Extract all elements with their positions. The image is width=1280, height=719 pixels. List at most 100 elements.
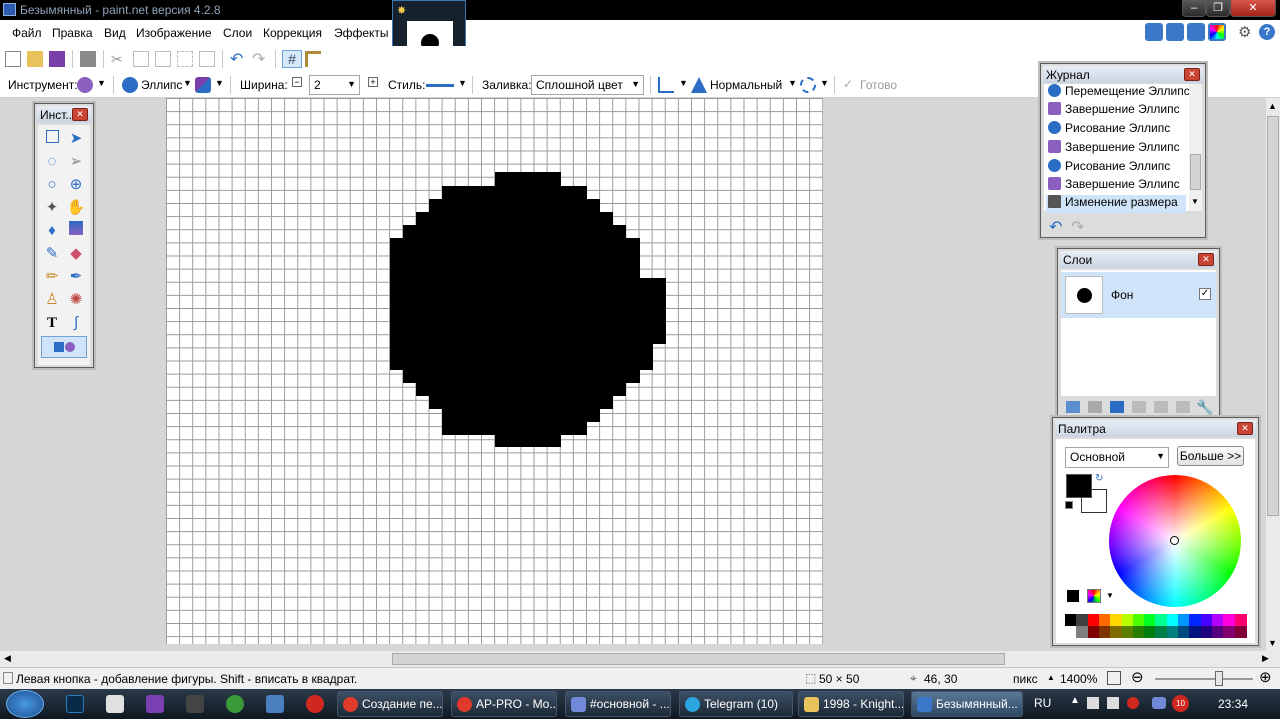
pan-hand-icon[interactable]: ✋ [65, 197, 87, 219]
palette-swatch[interactable] [1200, 626, 1213, 638]
menu-view[interactable]: Вид [104, 26, 126, 40]
clock[interactable]: 23:34 [1218, 697, 1248, 711]
gradient-icon[interactable] [65, 220, 87, 242]
palette-swatch[interactable] [1223, 614, 1236, 626]
palette-swatches[interactable] [1065, 614, 1247, 638]
horizontal-scrollbar[interactable]: ◀ ▶ [0, 651, 1280, 667]
blend-mode-select[interactable]: Нормальный [710, 78, 782, 92]
eraser-icon[interactable]: ◆ [65, 243, 87, 265]
opera-icon[interactable] [306, 695, 324, 713]
discord-tray-icon[interactable] [1152, 697, 1166, 709]
recolor-icon[interactable]: ✺ [65, 289, 87, 311]
palette-swatch[interactable] [1121, 614, 1134, 626]
zoom-slider-track[interactable] [1155, 678, 1253, 680]
palette-swatch[interactable] [1200, 614, 1213, 626]
palette-swatch[interactable] [1144, 614, 1157, 626]
taskbar-task[interactable]: Создание пе... [337, 691, 443, 717]
palette-swatch[interactable] [1132, 626, 1145, 638]
palette-swatch[interactable] [1166, 614, 1179, 626]
palette-swatch[interactable] [1211, 614, 1224, 626]
menu-file[interactable]: Файл [12, 26, 42, 40]
paint-bucket-icon[interactable]: ♦ [41, 220, 63, 242]
zoom-slider-thumb[interactable] [1215, 671, 1223, 686]
add-to-palette-icon[interactable] [1067, 590, 1079, 602]
selection-mode-dropdown-icon[interactable]: ▼ [820, 78, 829, 88]
palette-swatch[interactable] [1065, 614, 1077, 626]
selection-mode-icon[interactable] [800, 77, 816, 93]
palette-swatch[interactable] [1087, 626, 1100, 638]
taskbar-task-active[interactable]: Безымянный... [911, 691, 1023, 717]
palette-swatch[interactable] [1098, 626, 1111, 638]
photoshop-icon[interactable] [66, 695, 84, 713]
palette-mode-select[interactable]: Основной ▼ [1065, 447, 1169, 468]
history-item[interactable]: Рисование Эллипс [1048, 121, 1188, 139]
palette-swatch[interactable] [1189, 614, 1202, 626]
move-selected-icon[interactable]: ➢ [65, 151, 87, 173]
minimize-button[interactable]: – [1182, 0, 1206, 17]
shapes-tool-icon[interactable] [77, 77, 93, 93]
scroll-left-icon[interactable]: ◀ [4, 653, 11, 664]
palette-swatch[interactable] [1087, 614, 1100, 626]
history-item[interactable]: Рисование Эллипс [1048, 159, 1188, 177]
tools-toggle-icon[interactable] [1145, 23, 1163, 41]
lasso-select-icon[interactable]: ◌ [41, 151, 63, 173]
history-redo-icon[interactable]: ↷ [1071, 217, 1084, 237]
start-button[interactable] [6, 690, 44, 718]
layer-properties-icon[interactable]: 🔧 [1196, 399, 1213, 416]
tools-close-button[interactable]: ✕ [72, 108, 88, 121]
undo-icon[interactable]: ↶ [230, 49, 246, 68]
deselect-icon[interactable] [199, 51, 215, 67]
rectangle-select-icon[interactable] [41, 128, 63, 150]
tray-expand-icon[interactable]: ▲ [1070, 695, 1080, 706]
rulers-icon[interactable] [305, 51, 321, 67]
palette-swatch[interactable] [1234, 626, 1247, 638]
history-item[interactable]: Перемещение Эллипс [1048, 84, 1190, 102]
color-wheel[interactable] [1109, 475, 1241, 607]
palette-toggle-icon[interactable] [1208, 23, 1226, 41]
palette-swatch[interactable] [1211, 626, 1224, 638]
palette-swatch[interactable] [1121, 626, 1134, 638]
swap-colors-icon[interactable]: ↻ [1095, 473, 1103, 484]
scroll-down-icon[interactable]: ▼ [1268, 638, 1277, 648]
move-layer-up-icon[interactable] [1154, 401, 1168, 413]
taskbar-task[interactable]: AP-PRO - Mo... [451, 691, 557, 717]
shape-style-icon[interactable] [195, 77, 211, 93]
primary-color-swatch[interactable] [1066, 474, 1092, 498]
paste-icon[interactable] [155, 51, 171, 67]
history-item[interactable]: Завершение Эллипс [1048, 140, 1188, 158]
palette-swatch[interactable] [1155, 626, 1168, 638]
menu-adjustments[interactable]: Коррекция [263, 26, 322, 40]
computer-icon[interactable] [266, 695, 284, 713]
reset-colors-icon[interactable] [1065, 501, 1073, 509]
move-selection-icon[interactable]: ➤ [65, 128, 87, 150]
palette-swatch[interactable] [1166, 626, 1179, 638]
layers-toggle-icon[interactable] [1187, 23, 1205, 41]
notification-badge[interactable]: 10 [1172, 695, 1189, 712]
redo-icon[interactable]: ↷ [252, 49, 268, 68]
scroll-up-icon[interactable]: ▲ [1268, 101, 1277, 111]
palette-swatch[interactable] [1110, 614, 1123, 626]
palette-swatch[interactable] [1189, 626, 1202, 638]
save-icon[interactable] [49, 51, 65, 67]
palette-swatch[interactable] [1144, 626, 1157, 638]
menu-edit[interactable]: Правка [52, 26, 93, 40]
pixel-grid-icon[interactable]: # [282, 50, 302, 68]
close-window-button[interactable]: ✕ [1230, 0, 1276, 17]
zoom-value[interactable]: 1400% [1060, 672, 1097, 686]
color-wheel-cursor[interactable] [1170, 536, 1179, 545]
palette-swatch[interactable] [1098, 614, 1111, 626]
fill-select[interactable]: Сплошной цвет ▼ [531, 75, 644, 95]
shape-dropdown-icon[interactable]: ▼ [183, 78, 192, 88]
notepad-icon[interactable] [106, 695, 124, 713]
tool-dropdown-icon[interactable]: ▼ [97, 78, 106, 88]
clone-stamp-icon[interactable]: ♙ [41, 289, 63, 311]
palette-swatch[interactable] [1132, 614, 1145, 626]
palette-swatch[interactable] [1178, 614, 1190, 626]
palette-swatch[interactable] [1110, 626, 1123, 638]
scroll-right-icon[interactable]: ▶ [1262, 653, 1269, 664]
paintbrush-icon[interactable]: ✎ [41, 243, 63, 265]
vertical-scroll-thumb[interactable] [1267, 116, 1279, 516]
color-picker-icon[interactable]: ✒ [65, 266, 87, 288]
utorrent-icon[interactable] [226, 695, 244, 713]
zoom-to-window-icon[interactable] [1107, 671, 1121, 685]
